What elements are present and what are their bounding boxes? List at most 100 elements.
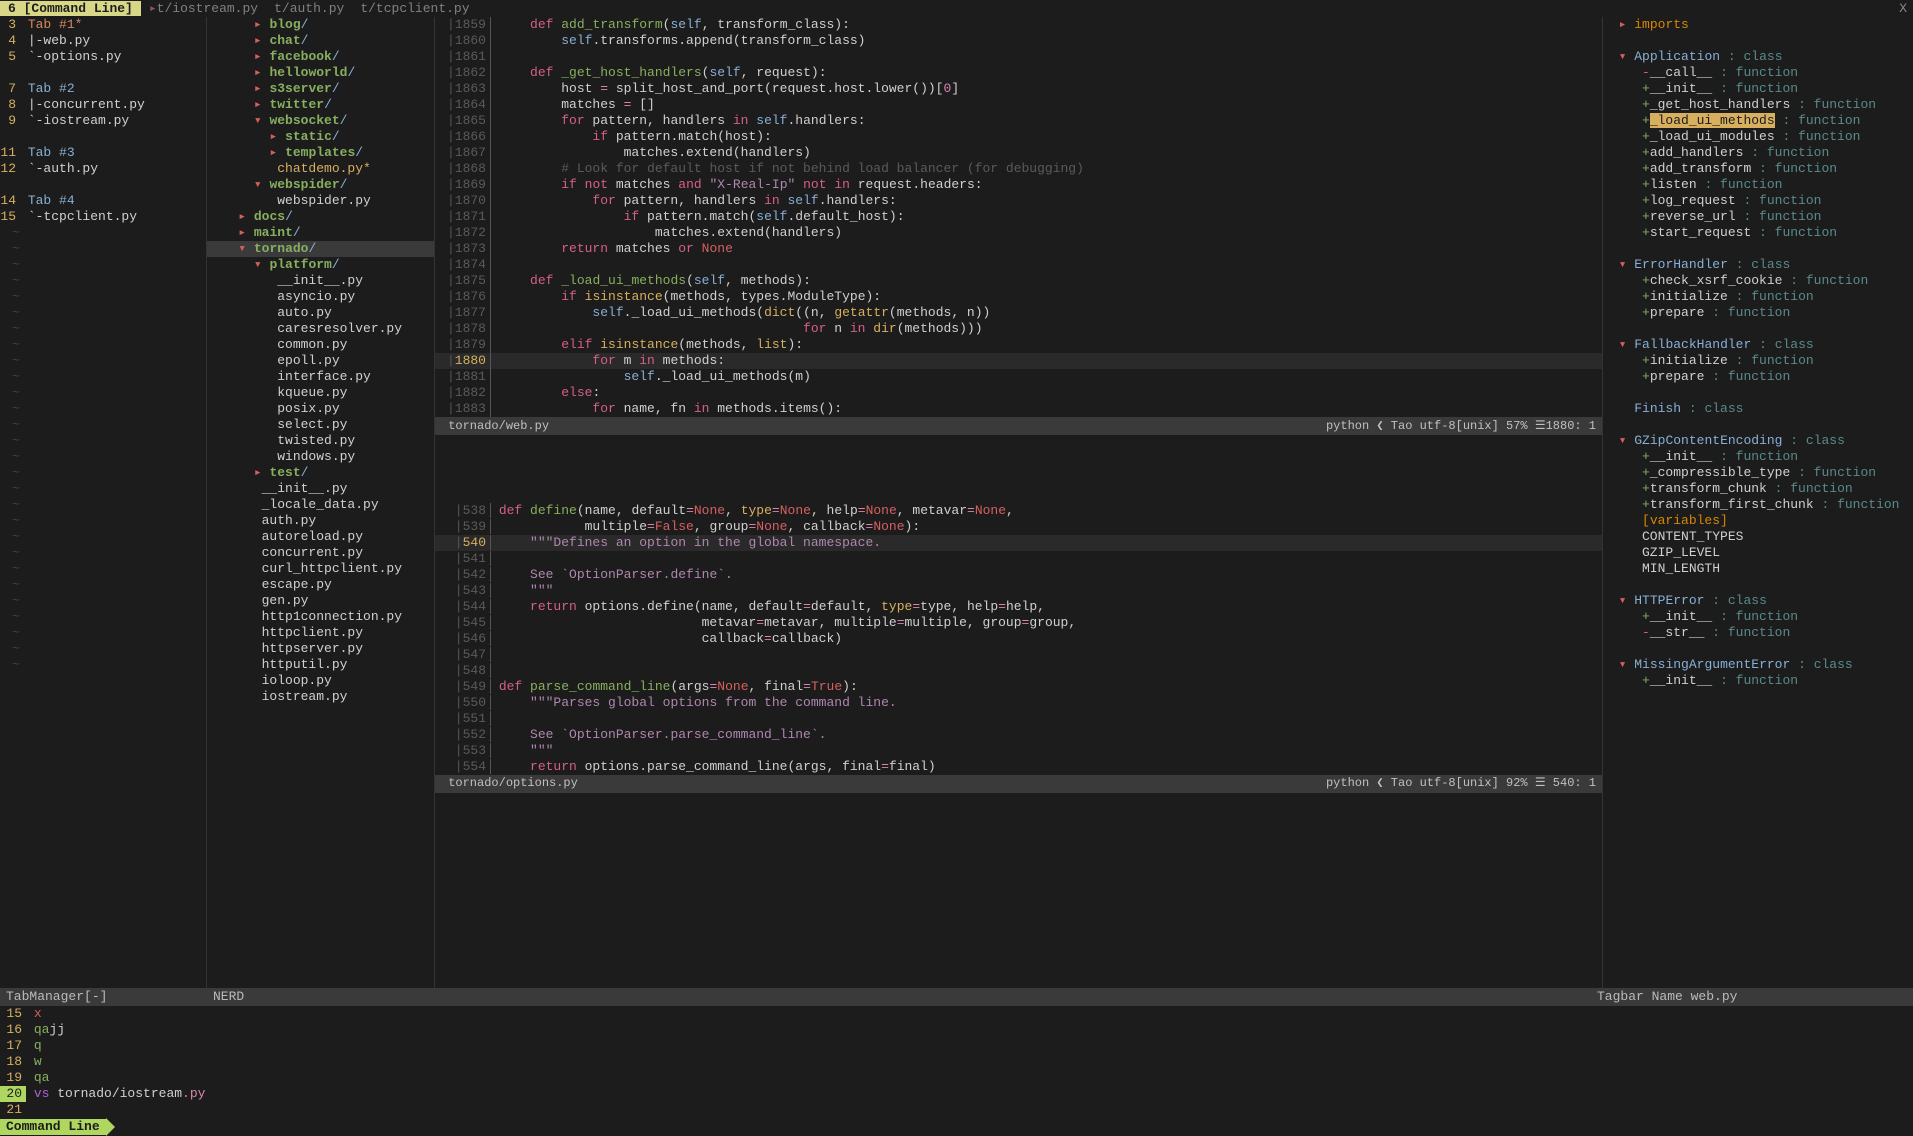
code-line[interactable]: |1859 def add_transform(self, transform_…: [435, 17, 1602, 33]
tag-item[interactable]: +log_request : function: [1603, 193, 1913, 209]
nerd-item[interactable]: ▸ s3server/: [207, 81, 434, 97]
tag-item[interactable]: +_compressible_type : function: [1603, 465, 1913, 481]
cmd-line[interactable]: 15 x: [0, 1006, 1913, 1022]
tag-item[interactable]: [1603, 417, 1913, 433]
nerd-item[interactable]: windows.py: [207, 449, 434, 465]
nerd-item[interactable]: chatdemo.py*: [207, 161, 434, 177]
tabmgr-line[interactable]: 4 |-web.py: [0, 33, 206, 49]
nerd-item[interactable]: ▸ helloworld/: [207, 65, 434, 81]
code-line[interactable]: |1872 matches.extend(handlers): [435, 225, 1602, 241]
code-line[interactable]: |548: [435, 663, 1602, 679]
nerd-item[interactable]: asyncio.py: [207, 289, 434, 305]
code-line[interactable]: |538 def define(name, default=None, type…: [435, 503, 1602, 519]
nerd-item[interactable]: ▾ tornado/: [207, 241, 434, 257]
cmd-line[interactable]: 20 vs tornado/iostream.py: [0, 1086, 1913, 1102]
code-line[interactable]: |544 return options.define(name, default…: [435, 599, 1602, 615]
nerd-item[interactable]: ▾ webspider/: [207, 177, 434, 193]
tag-item[interactable]: ▾ FallbackHandler : class: [1603, 337, 1913, 353]
tag-item[interactable]: +start_request : function: [1603, 225, 1913, 241]
code-line[interactable]: |1870 for pattern, handlers in self.hand…: [435, 193, 1602, 209]
tag-item[interactable]: -__call__ : function: [1603, 65, 1913, 81]
tag-item[interactable]: ▾ Application : class: [1603, 49, 1913, 65]
code-line[interactable]: |1883 for name, fn in methods.items():: [435, 401, 1602, 417]
nerd-item[interactable]: ▸ static/: [207, 129, 434, 145]
nerd-item[interactable]: httpserver.py: [207, 641, 434, 657]
code-line[interactable]: |543 """: [435, 583, 1602, 599]
tabmgr-line[interactable]: [0, 177, 206, 193]
tag-item[interactable]: +__init__ : function: [1603, 449, 1913, 465]
nerd-item[interactable]: interface.py: [207, 369, 434, 385]
tag-item[interactable]: +transform_chunk : function: [1603, 481, 1913, 497]
nerd-item[interactable]: ioloop.py: [207, 673, 434, 689]
nerd-item[interactable]: auth.py: [207, 513, 434, 529]
code-line[interactable]: |1873 return matches or None: [435, 241, 1602, 257]
cmd-line[interactable]: 18 w: [0, 1054, 1913, 1070]
tag-item[interactable]: MIN_LENGTH: [1603, 561, 1913, 577]
tabmgr-line[interactable]: 3 Tab #1*: [0, 17, 206, 33]
nerd-item[interactable]: ▸ test/: [207, 465, 434, 481]
code-line[interactable]: |1868 # Look for default host if not beh…: [435, 161, 1602, 177]
close-icon[interactable]: X: [1899, 1, 1913, 17]
tag-item[interactable]: +check_xsrf_cookie : function: [1603, 273, 1913, 289]
tabmgr-line[interactable]: 14 Tab #4: [0, 193, 206, 209]
code-line[interactable]: |1877 self._load_ui_methods(dict((n, get…: [435, 305, 1602, 321]
nerd-item[interactable]: httpclient.py: [207, 625, 434, 641]
tag-item[interactable]: +transform_first_chunk : function: [1603, 497, 1913, 513]
nerd-item[interactable]: auto.py: [207, 305, 434, 321]
tabmgr-line[interactable]: 12 `-auth.py: [0, 161, 206, 177]
tag-item[interactable]: [1603, 641, 1913, 657]
code-line[interactable]: |545 metavar=metavar, multiple=multiple,…: [435, 615, 1602, 631]
code-line[interactable]: |1871 if pattern.match(self.default_host…: [435, 209, 1602, 225]
nerd-item[interactable]: httputil.py: [207, 657, 434, 673]
tagbar-panel[interactable]: ▸ imports ▾ Application : class -__call_…: [1603, 17, 1913, 988]
tag-item[interactable]: CONTENT_TYPES: [1603, 529, 1913, 545]
cmd-line[interactable]: 17 q: [0, 1038, 1913, 1054]
code-line[interactable]: |1862 def _get_host_handlers(self, reque…: [435, 65, 1602, 81]
tabmanager-panel[interactable]: 3 Tab #1*4 |-web.py5 `-options.py 7 Tab …: [0, 17, 207, 988]
nerd-item[interactable]: kqueue.py: [207, 385, 434, 401]
code-bottom-pane[interactable]: |538 def define(name, default=None, type…: [435, 503, 1603, 989]
tag-item[interactable]: [1603, 577, 1913, 593]
tag-item[interactable]: +__init__ : function: [1603, 673, 1913, 689]
tag-item[interactable]: +add_transform : function: [1603, 161, 1913, 177]
top-tab-iostream[interactable]: ▸t/iostream.py: [141, 1, 266, 17]
tag-item[interactable]: +prepare : function: [1603, 305, 1913, 321]
code-line[interactable]: |541: [435, 551, 1602, 567]
nerd-item[interactable]: __init__.py: [207, 273, 434, 289]
top-tab-tcp[interactable]: t/tcpclient.py: [352, 1, 477, 17]
tag-item[interactable]: +initialize : function: [1603, 289, 1913, 305]
nerd-item[interactable]: twisted.py: [207, 433, 434, 449]
code-line[interactable]: |1874: [435, 257, 1602, 273]
nerd-item[interactable]: common.py: [207, 337, 434, 353]
nerd-item[interactable]: autoreload.py: [207, 529, 434, 545]
cmd-line[interactable]: 16 qajj: [0, 1022, 1913, 1038]
tag-item[interactable]: +reverse_url : function: [1603, 209, 1913, 225]
nerd-item[interactable]: __init__.py: [207, 481, 434, 497]
tag-item[interactable]: ▾ GZipContentEncoding : class: [1603, 433, 1913, 449]
tabmgr-line[interactable]: 11 Tab #3: [0, 145, 206, 161]
nerd-item[interactable]: caresresolver.py: [207, 321, 434, 337]
tag-item[interactable]: +listen : function: [1603, 177, 1913, 193]
code-line[interactable]: |1867 matches.extend(handlers): [435, 145, 1602, 161]
nerd-item[interactable]: ▸ docs/: [207, 209, 434, 225]
code-line[interactable]: |1861: [435, 49, 1602, 65]
tabmgr-line[interactable]: 15 `-tcpclient.py: [0, 209, 206, 225]
code-line[interactable]: |1866 if pattern.match(host):: [435, 129, 1602, 145]
code-line[interactable]: |1876 if isinstance(methods, types.Modul…: [435, 289, 1602, 305]
tag-item[interactable]: +prepare : function: [1603, 369, 1913, 385]
tabmgr-line[interactable]: 7 Tab #2: [0, 81, 206, 97]
nerd-item[interactable]: ▸ facebook/: [207, 49, 434, 65]
cmd-line[interactable]: 21: [0, 1102, 1913, 1118]
code-line[interactable]: |539 multiple=False, group=None, callbac…: [435, 519, 1602, 535]
tag-item[interactable]: +initialize : function: [1603, 353, 1913, 369]
tag-item[interactable]: +_load_ui_methods : function: [1603, 113, 1913, 129]
code-line[interactable]: |547: [435, 647, 1602, 663]
nerd-item[interactable]: select.py: [207, 417, 434, 433]
nerd-item[interactable]: http1connection.py: [207, 609, 434, 625]
tag-item[interactable]: [1603, 385, 1913, 401]
nerd-item[interactable]: ▾ websocket/: [207, 113, 434, 129]
tag-item[interactable]: [variables]: [1603, 513, 1913, 529]
nerd-item[interactable]: ▸ twitter/: [207, 97, 434, 113]
tabmgr-line[interactable]: [0, 129, 206, 145]
tag-item[interactable]: [1603, 321, 1913, 337]
